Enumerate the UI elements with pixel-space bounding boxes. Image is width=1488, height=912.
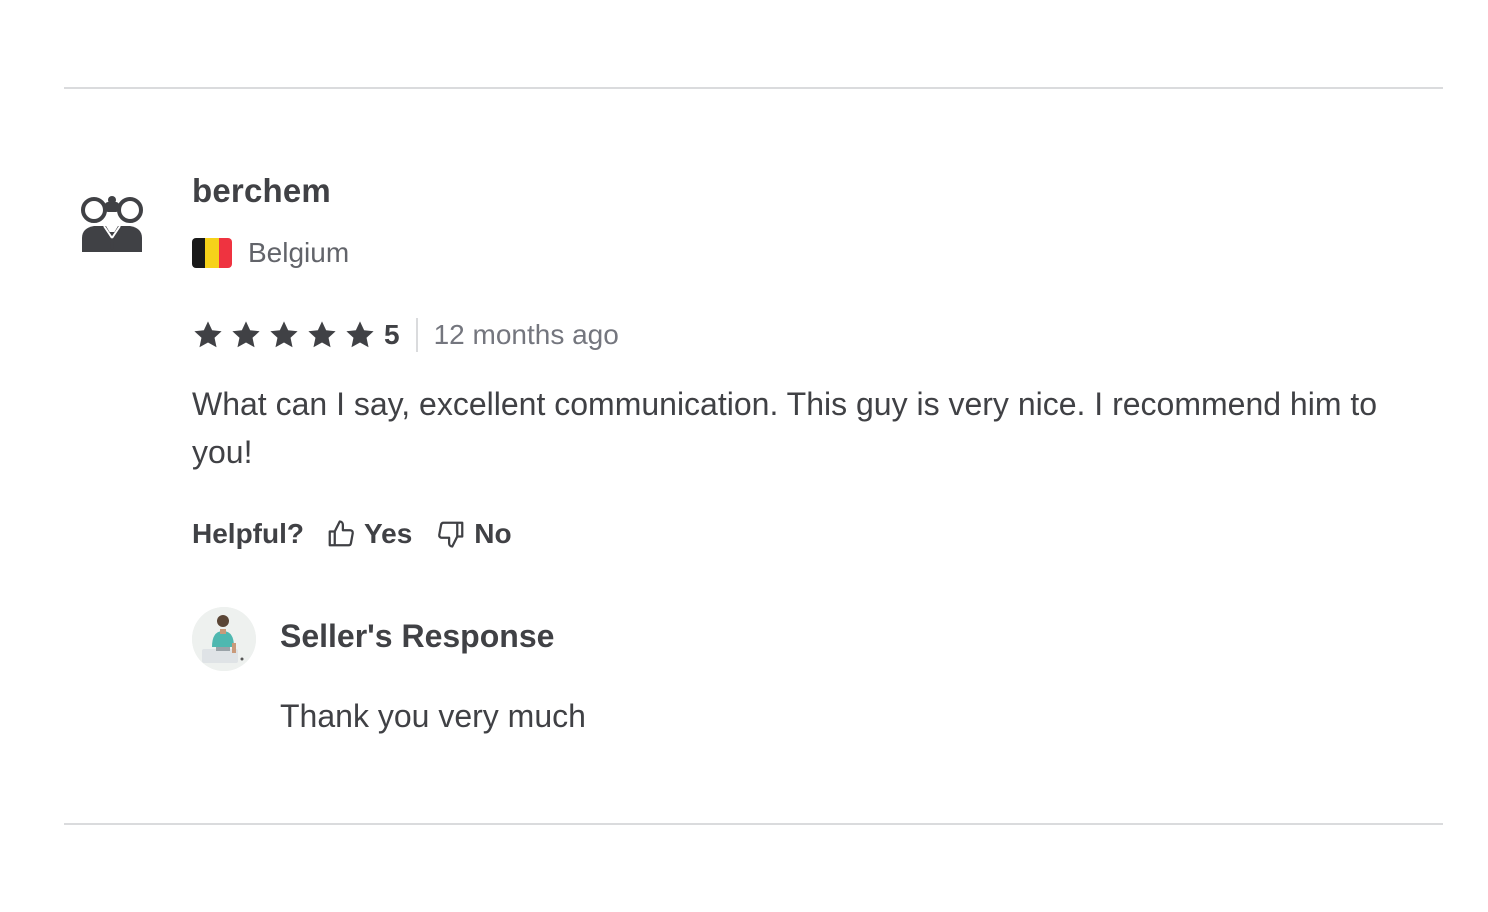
star-rating (192, 319, 382, 351)
thumbs-up-icon (328, 520, 354, 547)
star-icon (270, 321, 298, 348)
reviewer-avatar-binoculars-icon (78, 192, 146, 256)
rating-row: 5 12 months ago (192, 314, 619, 356)
thumbs-down-icon (438, 521, 464, 548)
helpful-yes-label: Yes (364, 518, 413, 549)
rating-separator (415, 318, 418, 352)
star-icon (308, 321, 336, 348)
helpful-no-button[interactable]: No (436, 518, 512, 550)
helpful-yes-button[interactable]: Yes (326, 518, 412, 550)
divider-bottom (64, 823, 1443, 825)
seller-avatar[interactable] (192, 607, 256, 671)
star-icon (232, 321, 260, 348)
reviewer-name[interactable]: berchem (192, 172, 331, 210)
review-time: 12 months ago (433, 319, 619, 350)
helpful-label: Helpful? (192, 518, 304, 549)
country-name: Belgium (248, 237, 350, 268)
helpful-row: Helpful? Yes No (192, 514, 536, 554)
star-icon (346, 321, 374, 348)
seller-response-title: Seller's Response (280, 618, 555, 654)
seller-response-text: Thank you very much (280, 698, 586, 734)
rating-value: 5 (384, 319, 400, 350)
star-icon (194, 321, 222, 348)
review-page: berchem Belgium 5 12 months ago What can… (0, 0, 1488, 912)
helpful-no-label: No (474, 518, 512, 549)
divider-top (64, 87, 1443, 89)
reviewer-country: Belgium (192, 236, 349, 270)
belgium-flag-icon (192, 238, 232, 268)
review-text: What can I say, excellent communication.… (192, 386, 1378, 470)
